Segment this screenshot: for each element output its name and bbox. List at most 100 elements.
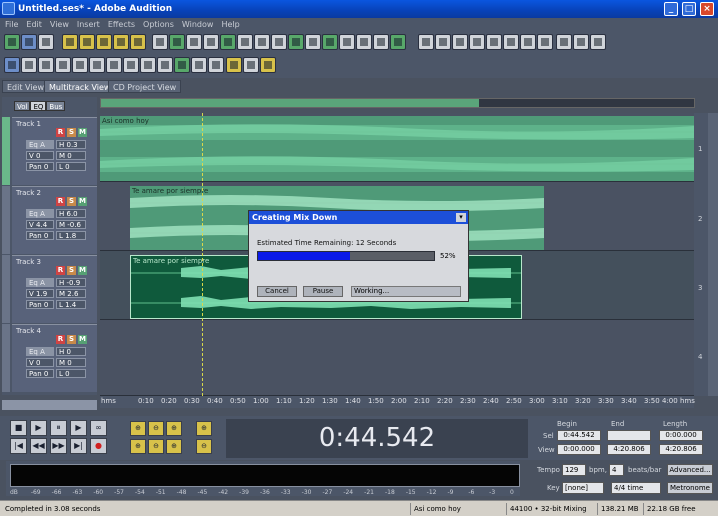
track-select-strip[interactable] <box>2 255 10 323</box>
menu-help[interactable]: Help <box>221 20 239 29</box>
eq-low-value[interactable]: L 1.4 <box>56 300 86 309</box>
loop-button[interactable]: ∞ <box>90 420 107 436</box>
eq-low-value[interactable]: L 1.8 <box>56 231 86 240</box>
record-arm-button[interactable]: R <box>56 266 65 275</box>
eq-v-value[interactable]: V 0 <box>26 358 54 367</box>
track-select-strip[interactable] <box>2 117 10 185</box>
cancel-button[interactable]: Cancel <box>257 286 297 297</box>
copy-icon[interactable] <box>203 34 219 50</box>
snap-loop-icon[interactable] <box>469 34 485 50</box>
eq-low-value[interactable]: L 0 <box>56 369 86 378</box>
mix-paste-icon[interactable] <box>237 34 253 50</box>
cue-list-icon[interactable] <box>123 57 139 73</box>
pause-button[interactable]: Pause <box>303 286 343 297</box>
eq-mid-value[interactable]: M -0.6 <box>56 220 86 229</box>
bounce-icon[interactable] <box>356 34 372 50</box>
go-to-start-button[interactable]: |◀ <box>10 438 27 454</box>
zoom-out-horizontal-icon[interactable]: ⊖ <box>148 421 164 436</box>
eq-mid-value[interactable]: M 0 <box>56 151 86 160</box>
mute-button[interactable]: M <box>78 128 87 137</box>
tab-eq[interactable]: EQ <box>30 101 47 111</box>
track-select-strip[interactable] <box>2 324 10 392</box>
mute-button[interactable]: M <box>78 197 87 206</box>
tab-bus[interactable]: Bus <box>46 101 66 111</box>
cut-icon[interactable] <box>186 34 202 50</box>
session-overview-bar[interactable] <box>100 98 695 108</box>
track-name[interactable]: Track 3 <box>16 258 41 266</box>
go-to-end-button[interactable]: ▶| <box>70 438 87 454</box>
view-begin-field[interactable]: 0:00.000 <box>557 444 601 455</box>
sel-length-field[interactable]: 0:00.000 <box>659 430 703 441</box>
zoom-in-horizontal-icon[interactable]: ⊕ <box>130 421 146 436</box>
pan-value[interactable]: Pan 0 <box>26 231 54 240</box>
organizer-icon[interactable] <box>226 57 242 73</box>
time-ruler[interactable]: hms 0:10 0:20 0:30 0:40 0:50 1:00 1:10 1… <box>100 396 695 408</box>
play-to-end-button[interactable]: ▶ <box>70 420 87 436</box>
pan-value[interactable]: Pan 0 <box>26 300 54 309</box>
solo-button[interactable]: S <box>67 197 76 206</box>
menu-window[interactable]: Window <box>182 20 214 29</box>
zoom-to-right-icon[interactable]: ⊖ <box>148 439 164 454</box>
markers-icon[interactable] <box>72 57 88 73</box>
record-button[interactable]: ● <box>90 438 107 454</box>
eq-v-value[interactable]: V 0 <box>26 151 54 160</box>
menu-edit[interactable]: Edit <box>26 20 42 29</box>
play-button[interactable]: ▶ <box>30 420 47 436</box>
play-icon-small[interactable] <box>106 57 122 73</box>
settings-icon[interactable] <box>537 34 553 50</box>
solo-button[interactable]: S <box>67 128 76 137</box>
track-select-strip[interactable] <box>2 186 10 254</box>
eq-mid-value[interactable]: M 2.6 <box>56 289 86 298</box>
record-arm-button[interactable]: R <box>56 128 65 137</box>
menu-insert[interactable]: Insert <box>77 20 100 29</box>
pause-button[interactable]: ⏸ <box>50 420 67 436</box>
beats-field[interactable]: 4 <box>609 464 624 476</box>
eq-high-value[interactable]: H 0 <box>56 347 86 356</box>
insert-track-icon[interactable] <box>288 34 304 50</box>
track-panel-scrollbar[interactable] <box>2 400 97 410</box>
overview-visible-range[interactable] <box>101 99 479 107</box>
record-arm-button[interactable]: R <box>56 335 65 344</box>
hybrid-tool-icon[interactable] <box>556 34 572 50</box>
eq-high-value[interactable]: H 0.3 <box>56 140 86 149</box>
view-end-field[interactable]: 4:20.806 <box>607 444 651 455</box>
menu-options[interactable]: Options <box>143 20 174 29</box>
grid-icon[interactable] <box>55 57 71 73</box>
paste-icon[interactable] <box>220 34 236 50</box>
waveform-view-icon[interactable] <box>4 57 20 73</box>
open-file-icon[interactable] <box>79 34 95 50</box>
solo-button[interactable]: S <box>67 335 76 344</box>
eq-low-value[interactable]: L 0 <box>56 162 86 171</box>
minimize-button[interactable]: _ <box>664 2 678 16</box>
group-icon[interactable] <box>390 34 406 50</box>
metronome-icon[interactable] <box>520 34 536 50</box>
solo-button[interactable]: S <box>67 266 76 275</box>
playhead-cursor[interactable] <box>202 113 203 396</box>
close-button[interactable]: × <box>700 2 714 16</box>
spectral-view-icon[interactable] <box>21 57 37 73</box>
mixdown-icon[interactable] <box>339 34 355 50</box>
menu-view[interactable]: View <box>50 20 69 29</box>
time-select-tool-icon[interactable] <box>573 34 589 50</box>
eq-high-value[interactable]: H 6.0 <box>56 209 86 218</box>
trim-icon[interactable] <box>254 34 270 50</box>
fast-forward-button[interactable]: ▶▶ <box>50 438 67 454</box>
eq-preset-button[interactable]: Eq A <box>26 209 54 218</box>
envelope-icon[interactable] <box>322 34 338 50</box>
advanced-button[interactable]: Advanced... <box>667 464 713 476</box>
delete-silence-icon[interactable] <box>271 34 287 50</box>
menu-file[interactable]: File <box>5 20 18 29</box>
tab-multitrack-view[interactable]: Multitrack View <box>44 80 116 93</box>
eq-preset-button[interactable]: Eq A <box>26 278 54 287</box>
mixer-icon[interactable] <box>174 57 190 73</box>
info-icon[interactable] <box>157 57 173 73</box>
track-lane-1[interactable]: Asi como hoy <box>100 113 694 182</box>
stop-button[interactable]: ■ <box>10 420 27 436</box>
tab-vol[interactable]: Vol <box>14 101 31 111</box>
vertical-scrollbar[interactable] <box>708 113 718 396</box>
sel-end-field[interactable] <box>607 430 651 441</box>
vertical-zoom-icon[interactable] <box>38 57 54 73</box>
dialog-close-icon[interactable]: ▾ <box>456 213 466 222</box>
zoom-full-icon[interactable]: ⊕ <box>166 421 182 436</box>
track-lane-4[interactable] <box>100 320 694 396</box>
